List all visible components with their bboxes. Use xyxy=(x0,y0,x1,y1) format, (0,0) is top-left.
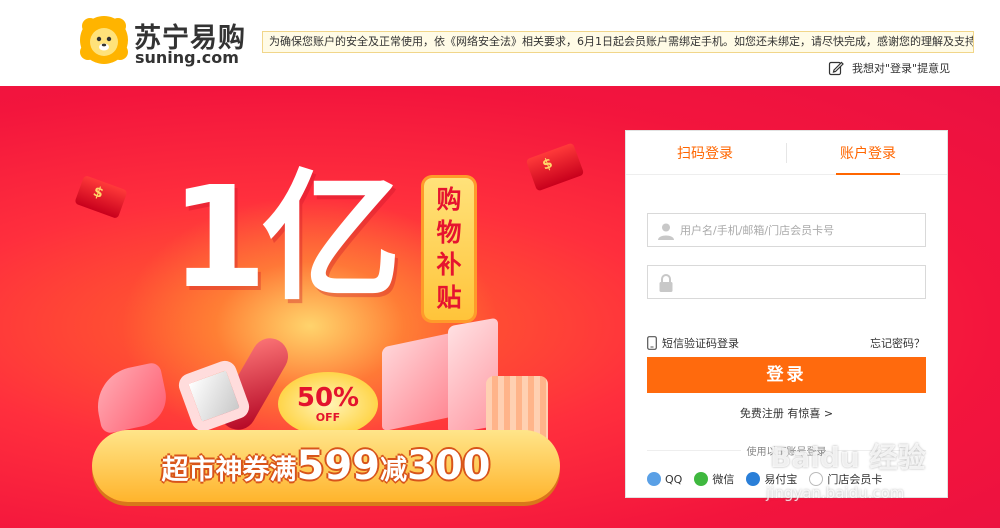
feedback-label: 我想对"登录"提意见 xyxy=(852,62,951,75)
login-tabs: 扫码登录 账户登录 xyxy=(626,131,947,175)
promo-banner[interactable]: 1亿 购 物 补 贴 50% OFF 超市神券满599减300 扫码登录 xyxy=(0,86,1000,528)
coupon-bar[interactable]: 超市神券满599减300 xyxy=(92,430,560,502)
password-field[interactable] xyxy=(647,265,926,299)
qq-login-button[interactable]: QQ xyxy=(647,472,682,486)
forgot-password-link[interactable]: 忘记密码？ xyxy=(870,335,925,351)
member-card-icon xyxy=(809,472,824,486)
yifubao-label: 易付宝 xyxy=(764,473,798,486)
lock-icon xyxy=(659,274,673,292)
login-button[interactable]: 登录 xyxy=(647,357,926,393)
yifubao-icon xyxy=(746,472,761,486)
qq-label: QQ xyxy=(665,472,683,486)
suning-logo[interactable]: 苏宁易购 suning.com xyxy=(78,14,258,70)
other-login-label: 使用以下账号登录 xyxy=(740,447,833,458)
member-card-label: 门店会员卡 xyxy=(827,473,883,486)
sms-login-link[interactable]: 短信验证码登录 xyxy=(647,335,739,351)
subsidy-tag: 购 物 补 贴 xyxy=(424,178,474,320)
red-envelope-icon xyxy=(74,175,128,219)
subsidy-char: 购 xyxy=(436,185,462,215)
password-input[interactable] xyxy=(680,266,920,298)
subsidy-char: 贴 xyxy=(436,282,462,312)
tab-qr-login[interactable]: 扫码登录 xyxy=(660,131,750,175)
edit-icon xyxy=(828,61,844,76)
tab-divider xyxy=(786,143,787,163)
subsidy-char: 物 xyxy=(436,217,462,247)
coupon-discount: 300 xyxy=(407,443,491,489)
user-icon xyxy=(658,223,674,240)
login-page: 苏宁易购 suning.com 为确保您账户的安全及正常使用，依《网络安全法》相… xyxy=(0,0,1000,528)
coupon-text: 超市神券满599减300 xyxy=(162,443,491,489)
register-link[interactable]: 免费注册 有惊喜 > xyxy=(626,405,947,421)
wechat-icon xyxy=(694,472,709,486)
lion-logo-icon xyxy=(80,16,128,64)
subsidy-char: 补 xyxy=(436,250,462,280)
discount-off: OFF xyxy=(315,411,341,424)
username-field[interactable] xyxy=(647,213,926,247)
discount-percent: 50% xyxy=(296,383,360,413)
brand-name-en: suning.com xyxy=(135,48,239,67)
wechat-login-button[interactable]: 微信 xyxy=(694,471,734,487)
member-card-login-button[interactable]: 门店会员卡 xyxy=(809,471,882,487)
wechat-label: 微信 xyxy=(712,473,735,486)
feedback-link[interactable]: 我想对"登录"提意见 xyxy=(828,58,950,78)
phone-icon xyxy=(647,336,657,350)
sms-login-label: 短信验证码登录 xyxy=(662,337,739,350)
login-card: 扫码登录 账户登录 用户名/手机/邮箱/门店会员卡号 短信验证码登录 忘记密码？… xyxy=(625,130,948,498)
red-envelope-icon xyxy=(525,142,585,192)
site-header: 苏宁易购 suning.com 为确保您账户的安全及正常使用，依《网络安全法》相… xyxy=(0,0,1000,86)
banner-headline: 1亿 xyxy=(170,157,401,320)
other-login-title: 使用以下账号登录 xyxy=(647,443,926,458)
qq-icon xyxy=(647,472,661,486)
coupon-prefix: 超市神券满 xyxy=(161,455,297,486)
social-login-list: QQ 微信 易付宝 门店会员卡 xyxy=(647,469,937,489)
coupon-threshold: 599 xyxy=(296,443,381,489)
username-input[interactable] xyxy=(680,214,920,246)
discount-badge: 50% OFF xyxy=(278,372,378,436)
yifubao-login-button[interactable]: 易付宝 xyxy=(746,471,797,487)
coupon-mid: 减 xyxy=(380,455,407,486)
tab-account-login[interactable]: 账户登录 xyxy=(836,131,900,175)
security-notice: 为确保您账户的安全及正常使用，依《网络安全法》相关要求，6月1日起会员账户需绑定… xyxy=(262,31,974,53)
